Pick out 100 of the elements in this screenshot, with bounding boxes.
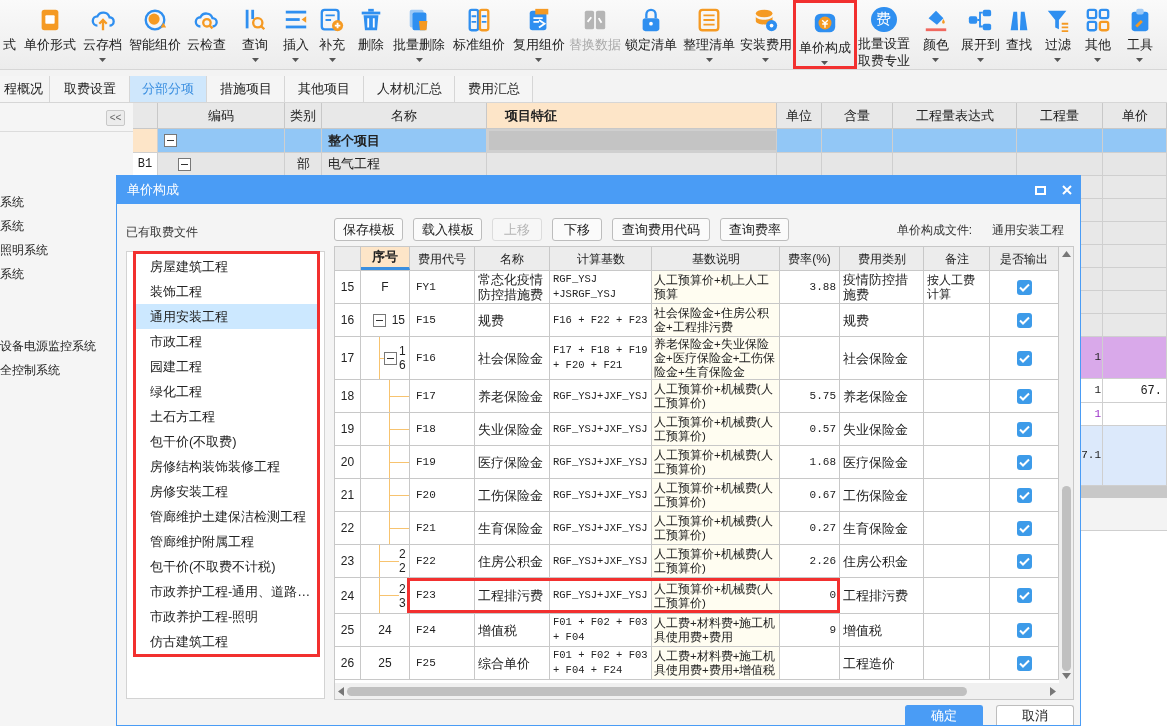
toolbar-button[interactable]: 删除 xyxy=(350,0,391,69)
column-header[interactable]: 费用类别 xyxy=(840,247,924,270)
toolbar-button[interactable]: 下移 xyxy=(552,218,602,241)
column-header[interactable]: 项目特征 xyxy=(487,103,777,128)
column-header[interactable]: 编码 xyxy=(158,103,285,128)
toolbar-button[interactable]: 标准组价 xyxy=(447,0,511,69)
table-cell-text: F23 xyxy=(416,588,436,604)
toolbar-button[interactable]: 插入 xyxy=(277,0,314,69)
caret-icon xyxy=(251,58,259,62)
collapse-toggle[interactable] xyxy=(164,134,177,147)
toolbar-button[interactable]: 查找 xyxy=(999,0,1039,69)
toolbar-button[interactable]: 工具 xyxy=(1118,0,1161,69)
list-item[interactable]: 仿古建筑工程 xyxy=(136,629,317,654)
column-header[interactable]: 工程量表达式 xyxy=(893,103,1017,128)
collapse-toggle[interactable] xyxy=(178,157,191,171)
checkbox[interactable] xyxy=(1016,279,1032,295)
toolbar-button[interactable]: 云检查 xyxy=(180,0,233,69)
list-item[interactable]: 绿化工程 xyxy=(136,379,317,404)
checkbox[interactable] xyxy=(1016,454,1032,470)
list-item[interactable]: 市政养护工程-照明 xyxy=(136,604,317,629)
tree-item[interactable]: 系统 xyxy=(0,190,24,214)
list-item[interactable]: 包干价(不取费不计税) xyxy=(136,554,317,579)
maximize-icon[interactable] xyxy=(1035,185,1046,195)
collapse-toggle[interactable] xyxy=(384,351,397,365)
column-header[interactable]: 单价 xyxy=(1103,103,1167,128)
column-header[interactable]: 基数说明 xyxy=(652,247,780,270)
toolbar-button[interactable]: 查询费用代码 xyxy=(612,218,710,241)
checkbox[interactable] xyxy=(1016,312,1032,328)
list-item[interactable]: 房修安装工程 xyxy=(136,479,317,504)
collapse-button[interactable]: << xyxy=(106,109,125,126)
checkbox[interactable] xyxy=(1016,588,1032,603)
toolbar-button[interactable]: 颜色 xyxy=(910,0,961,69)
checkbox[interactable] xyxy=(1016,553,1032,569)
checkbox[interactable] xyxy=(1016,622,1032,638)
toolbar-button[interactable]: 安装费用 xyxy=(739,0,793,69)
row-number: 24 xyxy=(340,587,355,605)
list-item[interactable]: 房修结构装饰装修工程 xyxy=(136,454,317,479)
list-item[interactable]: 园建工程 xyxy=(136,354,317,379)
column-header[interactable]: 备注 xyxy=(924,247,990,270)
toolbar-button[interactable]: 过滤 xyxy=(1038,0,1077,69)
table-cell: 工程排污费 xyxy=(478,588,543,603)
toolbar-button[interactable]: 整理清单 xyxy=(679,0,739,69)
toolbar-button[interactable]: 批量删除 xyxy=(391,0,448,69)
column-header[interactable]: 类别 xyxy=(285,103,322,128)
tree-item[interactable]: 设备电源监控系统 xyxy=(0,334,96,358)
list-item[interactable]: 市政养护工程-通用、道路… xyxy=(136,579,317,604)
column-header[interactable]: 工程量 xyxy=(1017,103,1103,128)
column-header[interactable]: 计算基数 xyxy=(550,247,652,270)
list-item[interactable]: 装饰工程 xyxy=(136,279,317,304)
checkbox[interactable] xyxy=(1016,487,1032,503)
tree-item[interactable]: 系统 xyxy=(0,214,24,238)
collapse-toggle[interactable] xyxy=(373,313,386,327)
list-item[interactable]: 房屋建筑工程 xyxy=(136,254,317,279)
scrollbar-thumb[interactable] xyxy=(1061,486,1071,671)
scroll-down-icon[interactable] xyxy=(1061,673,1071,679)
list-item[interactable]: 市政工程 xyxy=(136,329,317,354)
selected-cell[interactable] xyxy=(487,129,777,152)
column-header[interactable]: 名称 xyxy=(475,247,550,270)
toolbar-button[interactable]: 锁定清单 xyxy=(623,0,680,69)
tree-item[interactable]: 系统 xyxy=(0,262,24,286)
list-item[interactable]: 包干价(不取费) xyxy=(136,429,317,454)
checkbox[interactable] xyxy=(1016,520,1032,536)
toolbar-button[interactable]: 补充 xyxy=(314,0,351,69)
toolbar-button[interactable]: 查询 xyxy=(232,0,278,69)
checkbox[interactable] xyxy=(1016,655,1032,671)
caret-icon xyxy=(1054,58,1061,62)
toolbar-button[interactable]: 费 批量设置 取费专业 xyxy=(857,0,911,69)
scroll-right-icon[interactable] xyxy=(1050,686,1056,696)
tree-item[interactable]: 全控制系统 xyxy=(0,358,60,382)
toolbar-button[interactable]: 智能组价 xyxy=(129,0,180,69)
toolbar-button[interactable]: 载入模板 xyxy=(413,218,482,241)
column-header[interactable]: 单位 xyxy=(777,103,822,128)
toolbar-button[interactable]: 单价形式 xyxy=(25,0,76,69)
list-item[interactable]: 管廊维护附属工程 xyxy=(136,529,317,554)
toolbar-button[interactable]: 式 xyxy=(0,0,25,69)
checkbox[interactable] xyxy=(1016,388,1032,404)
checkbox[interactable] xyxy=(1016,421,1032,437)
row-header[interactable]: B1 xyxy=(133,153,158,175)
toolbar-button[interactable]: 展开到 xyxy=(960,0,1000,69)
list-item[interactable]: 通用安装工程 xyxy=(136,304,317,329)
toolbar-button[interactable]: 查询费率 xyxy=(720,218,789,241)
scroll-left-icon[interactable] xyxy=(338,686,344,696)
dialog-button[interactable]: 取消 xyxy=(996,705,1074,725)
toolbar-button[interactable]: 保存模板 xyxy=(334,218,403,241)
table-cell: F16 + F22 + F23 xyxy=(553,312,648,328)
toolbar-button[interactable]: 其他 xyxy=(1076,0,1119,69)
scroll-up-icon[interactable] xyxy=(1061,251,1071,257)
column-header[interactable]: 含量 xyxy=(822,103,893,128)
caret-icon xyxy=(762,58,770,62)
checkbox[interactable] xyxy=(1016,350,1032,366)
close-icon[interactable] xyxy=(1062,185,1072,195)
toolbar-button[interactable]: 云存档 xyxy=(75,0,130,69)
scrollbar-thumb[interactable] xyxy=(347,686,967,696)
list-item[interactable]: 土石方工程 xyxy=(136,404,317,429)
toolbar-button[interactable]: 复用组价 xyxy=(511,0,567,69)
column-header[interactable]: 费率(%) xyxy=(780,247,840,270)
column-header[interactable]: 费用代号 xyxy=(410,247,475,270)
column-header[interactable]: 序号 xyxy=(361,247,410,270)
tree-item[interactable]: 照明系统 xyxy=(0,238,48,262)
list-item[interactable]: 管廊维护土建保洁检测工程 xyxy=(136,504,317,529)
